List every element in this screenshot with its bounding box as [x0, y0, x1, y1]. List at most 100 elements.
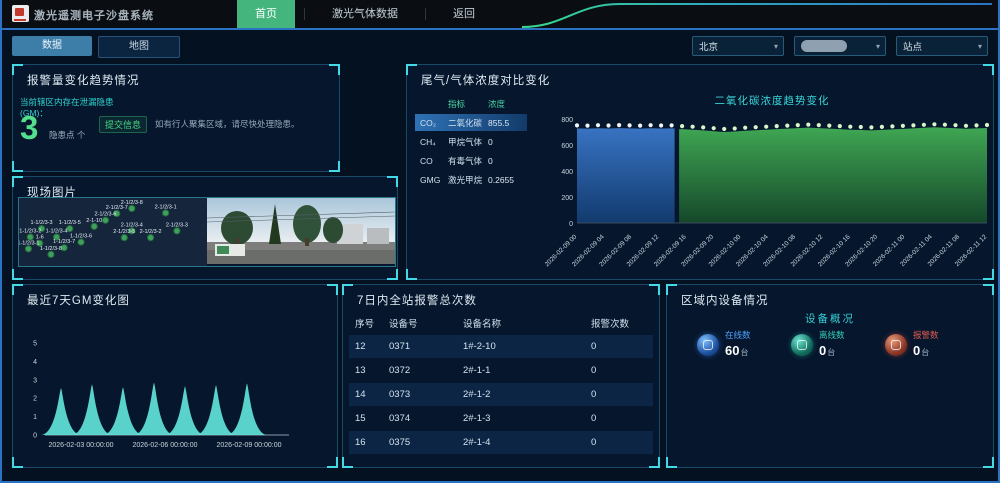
- gas-symbol: CH₄: [415, 137, 448, 147]
- alarm-table-header-row: 序号设备号设备名称报警次数: [349, 311, 653, 334]
- alarm-note: 如有行人聚集区域，请尽快处理隐患。: [155, 118, 300, 130]
- alarm-cell: 0375: [389, 437, 463, 448]
- svg-text:4: 4: [33, 359, 37, 366]
- site-photo-image[interactable]: [207, 198, 395, 266]
- alarm-cell: 12: [349, 341, 389, 352]
- gas-table-row[interactable]: CO₂二氧化碳855.5: [415, 114, 527, 131]
- alarm-table-row[interactable]: 1503742#-1-30: [349, 407, 653, 430]
- alarm-cell: 1#-2-10: [463, 341, 591, 352]
- top-bar: 激光遥测电子沙盘系统 首页激光气体数据返回: [2, 0, 998, 30]
- submit-info-tag[interactable]: 提交信息: [99, 116, 147, 133]
- gas-table-row[interactable]: CO有毒气体0: [415, 152, 527, 169]
- svg-text:2-1-10: 2-1-10: [86, 218, 102, 224]
- svg-text:2: 2: [33, 396, 37, 403]
- chevron-down-icon: ▾: [978, 42, 982, 51]
- svg-text:1-1/2/3-2: 1-1/2/3-2: [19, 229, 41, 235]
- svg-text:1-1/2/3-7: 1-1/2/3-7: [53, 239, 75, 245]
- device-stat-3: 报警数0台: [885, 329, 979, 360]
- device-stat-1: 在线数60台: [697, 329, 791, 360]
- alarm-header-2: 设备号: [389, 316, 463, 330]
- chevron-down-icon: ▾: [774, 42, 778, 51]
- stat-text: 报警数0台: [913, 329, 939, 360]
- filter-select-2[interactable]: ▾: [794, 36, 886, 56]
- tab-divider: [304, 8, 305, 20]
- svg-text:800: 800: [561, 117, 573, 124]
- alarm-cell: 16: [349, 437, 389, 448]
- nav-tab-1[interactable]: 首页: [237, 0, 295, 28]
- alarm-cell: 0371: [389, 341, 463, 352]
- device-overview-panel: 区域内设备情况 设备概况 在线数60台离线数0台报警数0台: [666, 284, 994, 468]
- stat-value-row: 0台: [913, 342, 939, 360]
- stat-value: 0: [913, 343, 920, 358]
- gas-table: 指标浓度 CO₂二氧化碳855.5 CH₄甲烷气体0 CO有毒气体0 GMG激光甲烷0.…: [415, 95, 527, 190]
- toolbar-selects: 北京▾▾站点▾: [692, 36, 988, 56]
- svg-text:1: 1: [33, 414, 37, 421]
- svg-text:1-1/2/3-5: 1-1/2/3-5: [59, 220, 81, 226]
- stat-text: 离线数0台: [819, 329, 845, 360]
- toolbar-button-1[interactable]: 数据: [12, 36, 92, 56]
- co2-trend-chart[interactable]: 02004006008002026-02-09 002026-02-09 042…: [545, 111, 991, 277]
- svg-text:600: 600: [561, 143, 573, 150]
- device-beacon-icon: [697, 334, 719, 356]
- app-title: 激光遥测电子沙盘系统: [34, 7, 154, 23]
- gas-name: 激光甲烷: [448, 174, 488, 186]
- gas-table-row[interactable]: GMG激光甲烷0.2655: [415, 171, 527, 188]
- alarm-table-row[interactable]: 1403732#-1-20: [349, 383, 653, 406]
- gas-table-header-row: 指标浓度: [415, 95, 527, 112]
- gas-table-row[interactable]: CH₄甲烷气体0: [415, 133, 527, 150]
- alarm-cell: 2#-1-2: [463, 389, 591, 400]
- alarm-cell: 0: [591, 365, 651, 376]
- alarm-header-4: 报警次数: [591, 316, 651, 330]
- gas-symbol: GMG: [415, 175, 448, 185]
- tab-divider: [425, 8, 426, 20]
- svg-text:2-1/2/3-3: 2-1/2/3-3: [166, 222, 188, 228]
- svg-text:0: 0: [569, 221, 573, 228]
- nav-tab-3[interactable]: 返回: [435, 0, 493, 28]
- filter-select-3[interactable]: 站点▾: [896, 36, 988, 56]
- alarm-table-row[interactable]: 1203711#-2-100: [349, 335, 653, 358]
- alarm-cell: 0373: [389, 389, 463, 400]
- panel-title: 尾气/气体浓度对比变化: [421, 72, 550, 88]
- gm-chart-panel: 最近7天GM变化图 0123452026-02-03 00:00:002026-…: [12, 284, 338, 468]
- svg-text:5: 5: [33, 341, 37, 348]
- alarm-table-row[interactable]: 1603752#-1-40: [349, 431, 653, 454]
- header-curve-decoration: [522, 0, 992, 28]
- gas-value: 0.2655: [488, 175, 526, 185]
- stat-value: 60: [725, 343, 739, 358]
- filter-select-1[interactable]: 北京 ▾: [692, 36, 784, 56]
- panel-title: 区域内设备情况: [681, 292, 769, 308]
- svg-text:2-1/2/3-4: 2-1/2/3-4: [121, 222, 143, 228]
- gm-spike-chart[interactable]: 0123452026-02-03 00:00:002026-02-06 00:0…: [17, 313, 327, 465]
- stat-value-row: 0台: [819, 342, 845, 360]
- alarm-cell: 14: [349, 389, 389, 400]
- stat-unit: 台: [921, 348, 929, 357]
- redacted-select-value: [801, 40, 847, 52]
- toolbar-button-2[interactable]: 地图: [98, 36, 180, 58]
- alarm-cell: 2#-1-3: [463, 413, 591, 424]
- svg-text:1-1/2/3-1: 1-1/2/3-1: [19, 240, 39, 246]
- stat-label: 离线数: [819, 329, 845, 341]
- svg-text:1-1/2/3-3: 1-1/2/3-3: [31, 220, 53, 226]
- alarm-table-row[interactable]: 1303722#-1-10: [349, 359, 653, 382]
- device-overview-subtitle: 设备概况: [667, 311, 993, 326]
- stat-unit: 台: [827, 348, 835, 357]
- alarm-desc-line1: 当前辖区内存在泄漏隐患: [20, 97, 114, 107]
- gas-symbol: CO: [415, 156, 448, 166]
- svg-text:1-1/2/3-4: 1-1/2/3-4: [46, 229, 68, 235]
- svg-text:3: 3: [33, 377, 37, 384]
- svg-text:2-1/2/3-2: 2-1/2/3-2: [140, 229, 162, 235]
- alarm-count: 3: [20, 109, 38, 147]
- alarm-table-panel: 7日内全站报警总次数 序号设备号设备名称报警次数1203711#-2-10013…: [342, 284, 660, 468]
- alarm-count-unit: 隐患点 个: [49, 129, 85, 141]
- select-value: 北京: [699, 39, 718, 53]
- panel-title: 7日内全站报警总次数: [357, 292, 477, 308]
- gas-value: 0: [488, 137, 526, 147]
- nav-tab-2[interactable]: 激光气体数据: [314, 0, 416, 28]
- device-map[interactable]: 2-1/2/3-82-1/2/3-72-1/2/3-12-1/2/3-62-1-…: [19, 198, 207, 266]
- alarm-cell: 0: [591, 413, 651, 424]
- gas-name: 甲烷气体: [448, 136, 488, 148]
- svg-text:200: 200: [561, 195, 573, 202]
- photo-row: 2-1/2/3-82-1/2/3-72-1/2/3-12-1/2/3-62-1-…: [18, 197, 396, 267]
- device-beacon-icon: [791, 334, 813, 356]
- gas-name: 有毒气体: [448, 155, 488, 167]
